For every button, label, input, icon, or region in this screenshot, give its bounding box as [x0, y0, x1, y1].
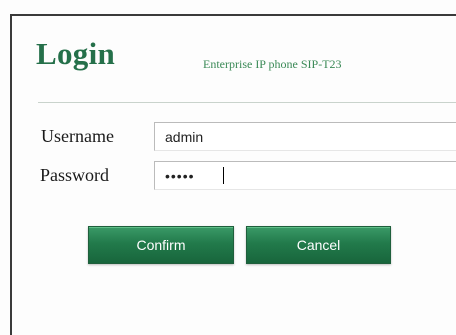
text-cursor [223, 167, 224, 184]
device-model-text: Enterprise IP phone SIP-T23 [203, 57, 342, 71]
confirm-button[interactable]: Confirm [88, 226, 234, 264]
username-field[interactable] [154, 122, 456, 151]
page-title: Login [36, 36, 116, 71]
login-panel: Login Enterprise IP phone SIP-T23 Userna… [10, 14, 456, 335]
cancel-button[interactable]: Cancel [246, 226, 391, 264]
header-divider [38, 102, 456, 103]
username-label: Username [41, 126, 114, 146]
password-label: Password [40, 165, 110, 185]
password-field[interactable] [154, 161, 456, 190]
